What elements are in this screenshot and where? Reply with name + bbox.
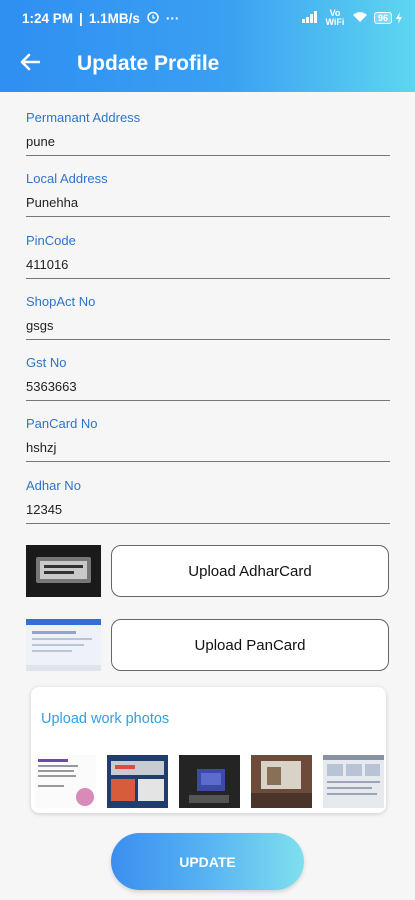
work-photo-thumbnail[interactable] xyxy=(323,755,384,808)
back-button[interactable] xyxy=(0,36,60,92)
field-underline xyxy=(26,155,390,156)
gst-field[interactable]: Gst No 5363663 xyxy=(26,355,390,416)
work-photo-thumbnail[interactable] xyxy=(179,755,240,808)
field-input[interactable]: 5363663 xyxy=(26,379,390,397)
field-label: PanCard No xyxy=(26,416,98,432)
upload-pancard-button[interactable]: Upload PanCard xyxy=(111,619,389,671)
pan-thumbnail xyxy=(26,619,101,671)
field-underline xyxy=(26,216,390,218)
shopact-field[interactable]: ShopAct No gsgs xyxy=(26,294,390,355)
header: 1:24 PM | 1.1MB/s ··· Vo WiFi 96 Update … xyxy=(0,0,415,92)
work-photo-thumbnail[interactable] xyxy=(107,755,168,808)
status-speed: 1.1MB/s xyxy=(88,10,140,26)
work-photo-thumbnail[interactable] xyxy=(35,755,96,808)
field-input[interactable]: gsgs xyxy=(26,318,390,336)
volte-label: Vo WiFi xyxy=(325,8,345,27)
field-underline xyxy=(26,277,390,279)
field-input[interactable]: hshzj xyxy=(26,440,390,458)
field-underline xyxy=(26,522,390,524)
field-label: Adhar No xyxy=(26,477,81,493)
work-photos-list xyxy=(35,755,384,808)
page-title: Update Profile xyxy=(77,52,220,75)
field-label: Gst No xyxy=(26,355,67,371)
field-input[interactable]: Punehha xyxy=(26,195,390,213)
signal-icon xyxy=(301,11,318,25)
field-input[interactable]: pune xyxy=(26,134,390,152)
work-photos-card: Upload work photos xyxy=(31,687,386,813)
work-photo-thumbnail[interactable] xyxy=(251,755,312,808)
upload-adharcard-button[interactable]: Upload AdharCard xyxy=(111,545,389,597)
app-bar: Update Profile xyxy=(0,36,415,92)
permanent-address-field[interactable]: Permanant Address pune xyxy=(26,110,390,171)
local-address-field[interactable]: Local Address Punehha xyxy=(26,171,390,232)
field-input[interactable]: 12345 xyxy=(26,502,390,520)
field-underline xyxy=(26,400,390,402)
update-button[interactable]: UPDATE xyxy=(111,833,304,890)
status-extra: ··· xyxy=(165,10,180,26)
wifi-icon xyxy=(352,11,368,25)
adhar-thumbnail xyxy=(26,545,101,597)
upload-work-photos-link[interactable]: Upload work photos xyxy=(41,711,169,727)
pan-upload-row: Upload PanCard xyxy=(26,619,390,671)
pincode-field[interactable]: PinCode 411016 xyxy=(26,233,390,294)
adhar-upload-row: Upload AdharCard xyxy=(26,545,390,597)
field-label: Permanant Address xyxy=(26,110,141,125)
field-label: ShopAct No xyxy=(26,293,96,309)
field-underline xyxy=(26,338,390,340)
field-label: Local Address xyxy=(26,171,108,187)
adhar-field[interactable]: Adhar No 12345 xyxy=(26,478,390,539)
field-underline xyxy=(26,461,390,463)
profile-form: Permanant Address pune Local Address Pun… xyxy=(26,110,390,539)
field-input[interactable]: 411016 xyxy=(26,257,390,275)
back-arrow-icon xyxy=(20,53,41,76)
pancard-field[interactable]: PanCard No hshzj xyxy=(26,416,390,477)
status-time: 1:24 PM xyxy=(22,10,74,26)
field-label: PinCode xyxy=(26,232,76,248)
battery-icon: 96 xyxy=(373,12,403,24)
alarm-icon xyxy=(146,10,160,27)
status-bar: 1:24 PM | 1.1MB/s ··· Vo WiFi 96 xyxy=(0,0,415,36)
